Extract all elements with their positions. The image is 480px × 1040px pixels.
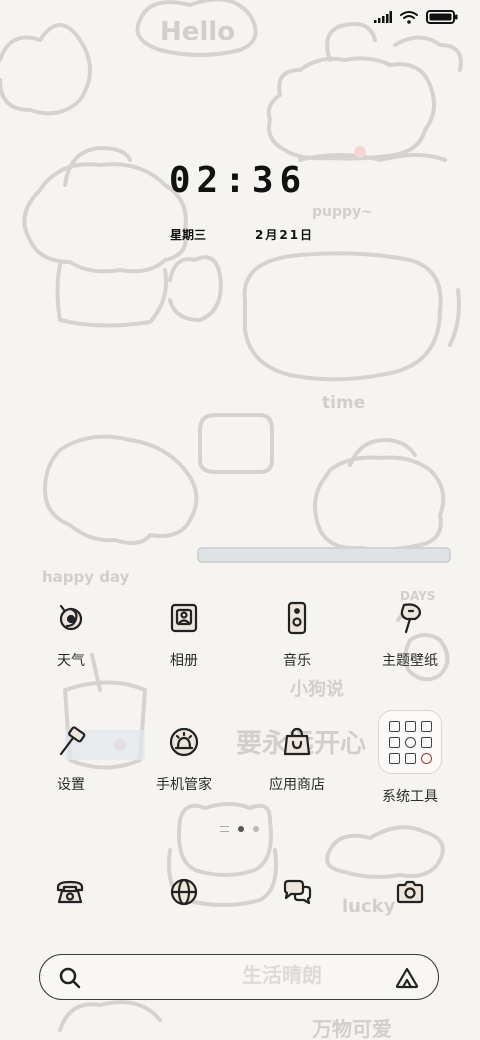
- battery-icon: [426, 10, 458, 24]
- chat-icon: [281, 878, 313, 906]
- app-label: 应用商店: [269, 777, 325, 793]
- page-indicator[interactable]: [220, 826, 259, 832]
- app-label: 相册: [170, 653, 198, 669]
- dock-browser[interactable]: [164, 872, 204, 912]
- wallpaper-text-puppy: puppy~: [312, 204, 373, 220]
- folder-mini-icon: [420, 736, 432, 748]
- clock-weekday: 星期三: [170, 228, 207, 242]
- page-indicator-menu-icon: [220, 826, 229, 832]
- search-icon: [58, 966, 82, 990]
- folder-mini-icon: [404, 720, 416, 732]
- globe-icon: [169, 877, 199, 907]
- wifi-icon: [400, 10, 418, 24]
- folder-mini-icon: [420, 752, 432, 764]
- clock-time[interactable]: 02:36: [0, 160, 478, 201]
- search-bar[interactable]: [39, 954, 439, 1000]
- app-store[interactable]: 应用商店: [242, 724, 352, 794]
- status-bar: [374, 10, 458, 24]
- dock-phone[interactable]: [50, 872, 90, 912]
- wallpaper-text-happy_day: happy day: [42, 568, 130, 586]
- clock-date: 2月21日: [255, 228, 315, 242]
- assistant-icon[interactable]: [394, 966, 420, 990]
- page-dot-active: [238, 826, 244, 832]
- gallery-icon: [166, 600, 202, 636]
- wallpaper-text-xiaogou: 小狗说: [290, 678, 344, 700]
- app-label: 音乐: [283, 653, 311, 669]
- app-settings[interactable]: 设置: [16, 724, 126, 794]
- app-store-icon: [279, 724, 315, 760]
- wallpaper-text-time: time: [322, 393, 365, 413]
- app-label: 手机管家: [156, 777, 212, 793]
- camera-icon: [395, 879, 425, 905]
- phone-icon: [55, 879, 85, 905]
- settings-icon: [53, 724, 89, 760]
- folder-mini-icon: [404, 752, 416, 764]
- dock-messages[interactable]: [277, 872, 317, 912]
- music-icon: [279, 600, 315, 636]
- folder-mini-icon: [388, 720, 400, 732]
- app-weather[interactable]: 天气: [16, 600, 126, 670]
- wallpaper-text-wanwu: 万物可爱: [311, 1017, 392, 1040]
- weather-icon: [53, 600, 89, 636]
- folder-mini-icon: [388, 736, 400, 748]
- app-themes[interactable]: 主题壁纸: [355, 600, 465, 670]
- themes-icon: [392, 600, 428, 636]
- app-label: 系统工具: [382, 789, 438, 805]
- folder-icon: [378, 710, 442, 774]
- app-folder-system-tools[interactable]: 系统工具: [355, 710, 465, 806]
- app-gallery[interactable]: 相册: [129, 600, 239, 670]
- app-music[interactable]: 音乐: [242, 600, 352, 670]
- wallpaper-text-lucky: lucky: [342, 896, 396, 917]
- app-label: 主题壁纸: [382, 653, 438, 669]
- app-security[interactable]: 手机管家: [129, 724, 239, 794]
- folder-mini-icon: [388, 752, 400, 764]
- dock-camera[interactable]: [390, 872, 430, 912]
- folder-mini-icon: [420, 720, 432, 732]
- signal-icon: [374, 11, 392, 23]
- wallpaper-text-hello: Hello: [160, 17, 235, 47]
- security-icon: [166, 724, 202, 760]
- app-label: 设置: [57, 777, 85, 793]
- folder-mini-icon: [404, 736, 416, 748]
- app-label: 天气: [57, 653, 85, 669]
- page-dot: [253, 826, 259, 832]
